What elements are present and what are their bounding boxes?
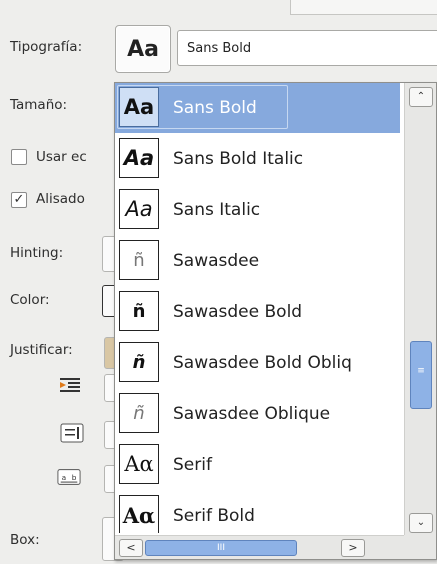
grip-icon: ≡ — [417, 366, 425, 376]
font-preview-icon: ñ — [119, 240, 159, 280]
svg-text:b: b — [72, 473, 77, 482]
font-preview-glyph: Aa — [127, 36, 159, 62]
font-item-label: Sawasdee Bold Obliq — [173, 353, 352, 373]
font-item-label: Sans Italic — [173, 200, 261, 220]
antialias-label: Alisado — [36, 191, 85, 207]
typography-label: Tipografía: — [10, 39, 83, 55]
font-preview-icon: Aa — [119, 87, 159, 127]
horizontal-scroll-thumb[interactable]: III — [145, 540, 297, 556]
font-preview-icon: Aa — [119, 138, 159, 178]
font-item-sans-bold[interactable]: Aa Sans Bold — [115, 83, 400, 133]
font-item-sawasdee[interactable]: ñ Sawasdee — [115, 236, 400, 286]
justify-label: Justificar: — [10, 342, 73, 358]
font-item-sawasdee-bold-oblique[interactable]: ñ Sawasdee Bold Obliq — [115, 338, 400, 388]
font-preview-icon: ñ — [119, 291, 159, 331]
scroll-corner — [404, 535, 436, 559]
antialias-checkbox[interactable]: ✓ — [11, 192, 27, 208]
font-list-popup[interactable]: Aa Sans Bold Aa Sans Bold Italic Aa Sans… — [114, 82, 437, 560]
font-item-sawasdee-bold[interactable]: ñ Sawasdee Bold — [115, 287, 400, 337]
font-item-sans-italic[interactable]: Aa Sans Italic — [115, 185, 400, 235]
scroll-down-button[interactable]: ⌄ — [409, 513, 433, 533]
font-item-label: Serif — [173, 455, 212, 475]
font-preview-button[interactable]: Aa — [115, 25, 171, 73]
vertical-scrollbar[interactable]: ⌃ ≡ ⌄ — [404, 83, 436, 537]
font-item-serif-bold[interactable]: Aα Serif Bold — [115, 491, 400, 533]
svg-text:a: a — [62, 473, 67, 482]
font-name-entry[interactable]: Sans Bold — [177, 30, 437, 66]
scroll-up-button[interactable]: ⌃ — [409, 87, 433, 107]
font-preview-icon: Aα — [119, 495, 159, 533]
font-item-sans-bold-italic[interactable]: Aa Sans Bold Italic — [115, 134, 400, 184]
font-item-sawasdee-oblique[interactable]: ñ Sawasdee Oblique — [115, 389, 400, 439]
horizontal-scrollbar[interactable]: < III > — [115, 535, 404, 559]
font-preview-icon: Aa — [119, 189, 159, 229]
letter-spacing-icon: a b — [57, 469, 81, 485]
use-editor-checkbox[interactable] — [11, 149, 27, 165]
font-item-serif[interactable]: Aα Serif — [115, 440, 400, 490]
font-item-label: Sawasdee Bold — [173, 302, 303, 322]
font-list[interactable]: Aa Sans Bold Aa Sans Bold Italic Aa Sans… — [115, 83, 400, 533]
font-item-label: Sawasdee Oblique — [173, 404, 331, 424]
scroll-right-button[interactable]: > — [341, 539, 365, 557]
vertical-scroll-thumb[interactable]: ≡ — [410, 341, 432, 409]
use-editor-label: Usar ec — [36, 149, 87, 165]
font-preview-icon: ñ — [119, 393, 159, 433]
font-item-label: Sans Bold — [173, 98, 257, 118]
hinting-label: Hinting: — [10, 245, 64, 261]
font-preview-icon: ñ — [119, 342, 159, 382]
color-label: Color: — [10, 292, 50, 308]
scroll-left-button[interactable]: < — [119, 539, 143, 557]
font-item-label: Sans Bold Italic — [173, 149, 304, 169]
box-label: Box: — [10, 532, 40, 548]
indent-icon — [60, 378, 80, 392]
font-item-label: Sawasdee — [173, 251, 260, 271]
top-panel-edge — [290, 0, 437, 15]
font-preview-icon: Aα — [119, 444, 159, 484]
font-item-label: Serif Bold — [173, 506, 255, 526]
line-spacing-icon — [60, 423, 84, 443]
size-label: Tamaño: — [10, 97, 68, 113]
